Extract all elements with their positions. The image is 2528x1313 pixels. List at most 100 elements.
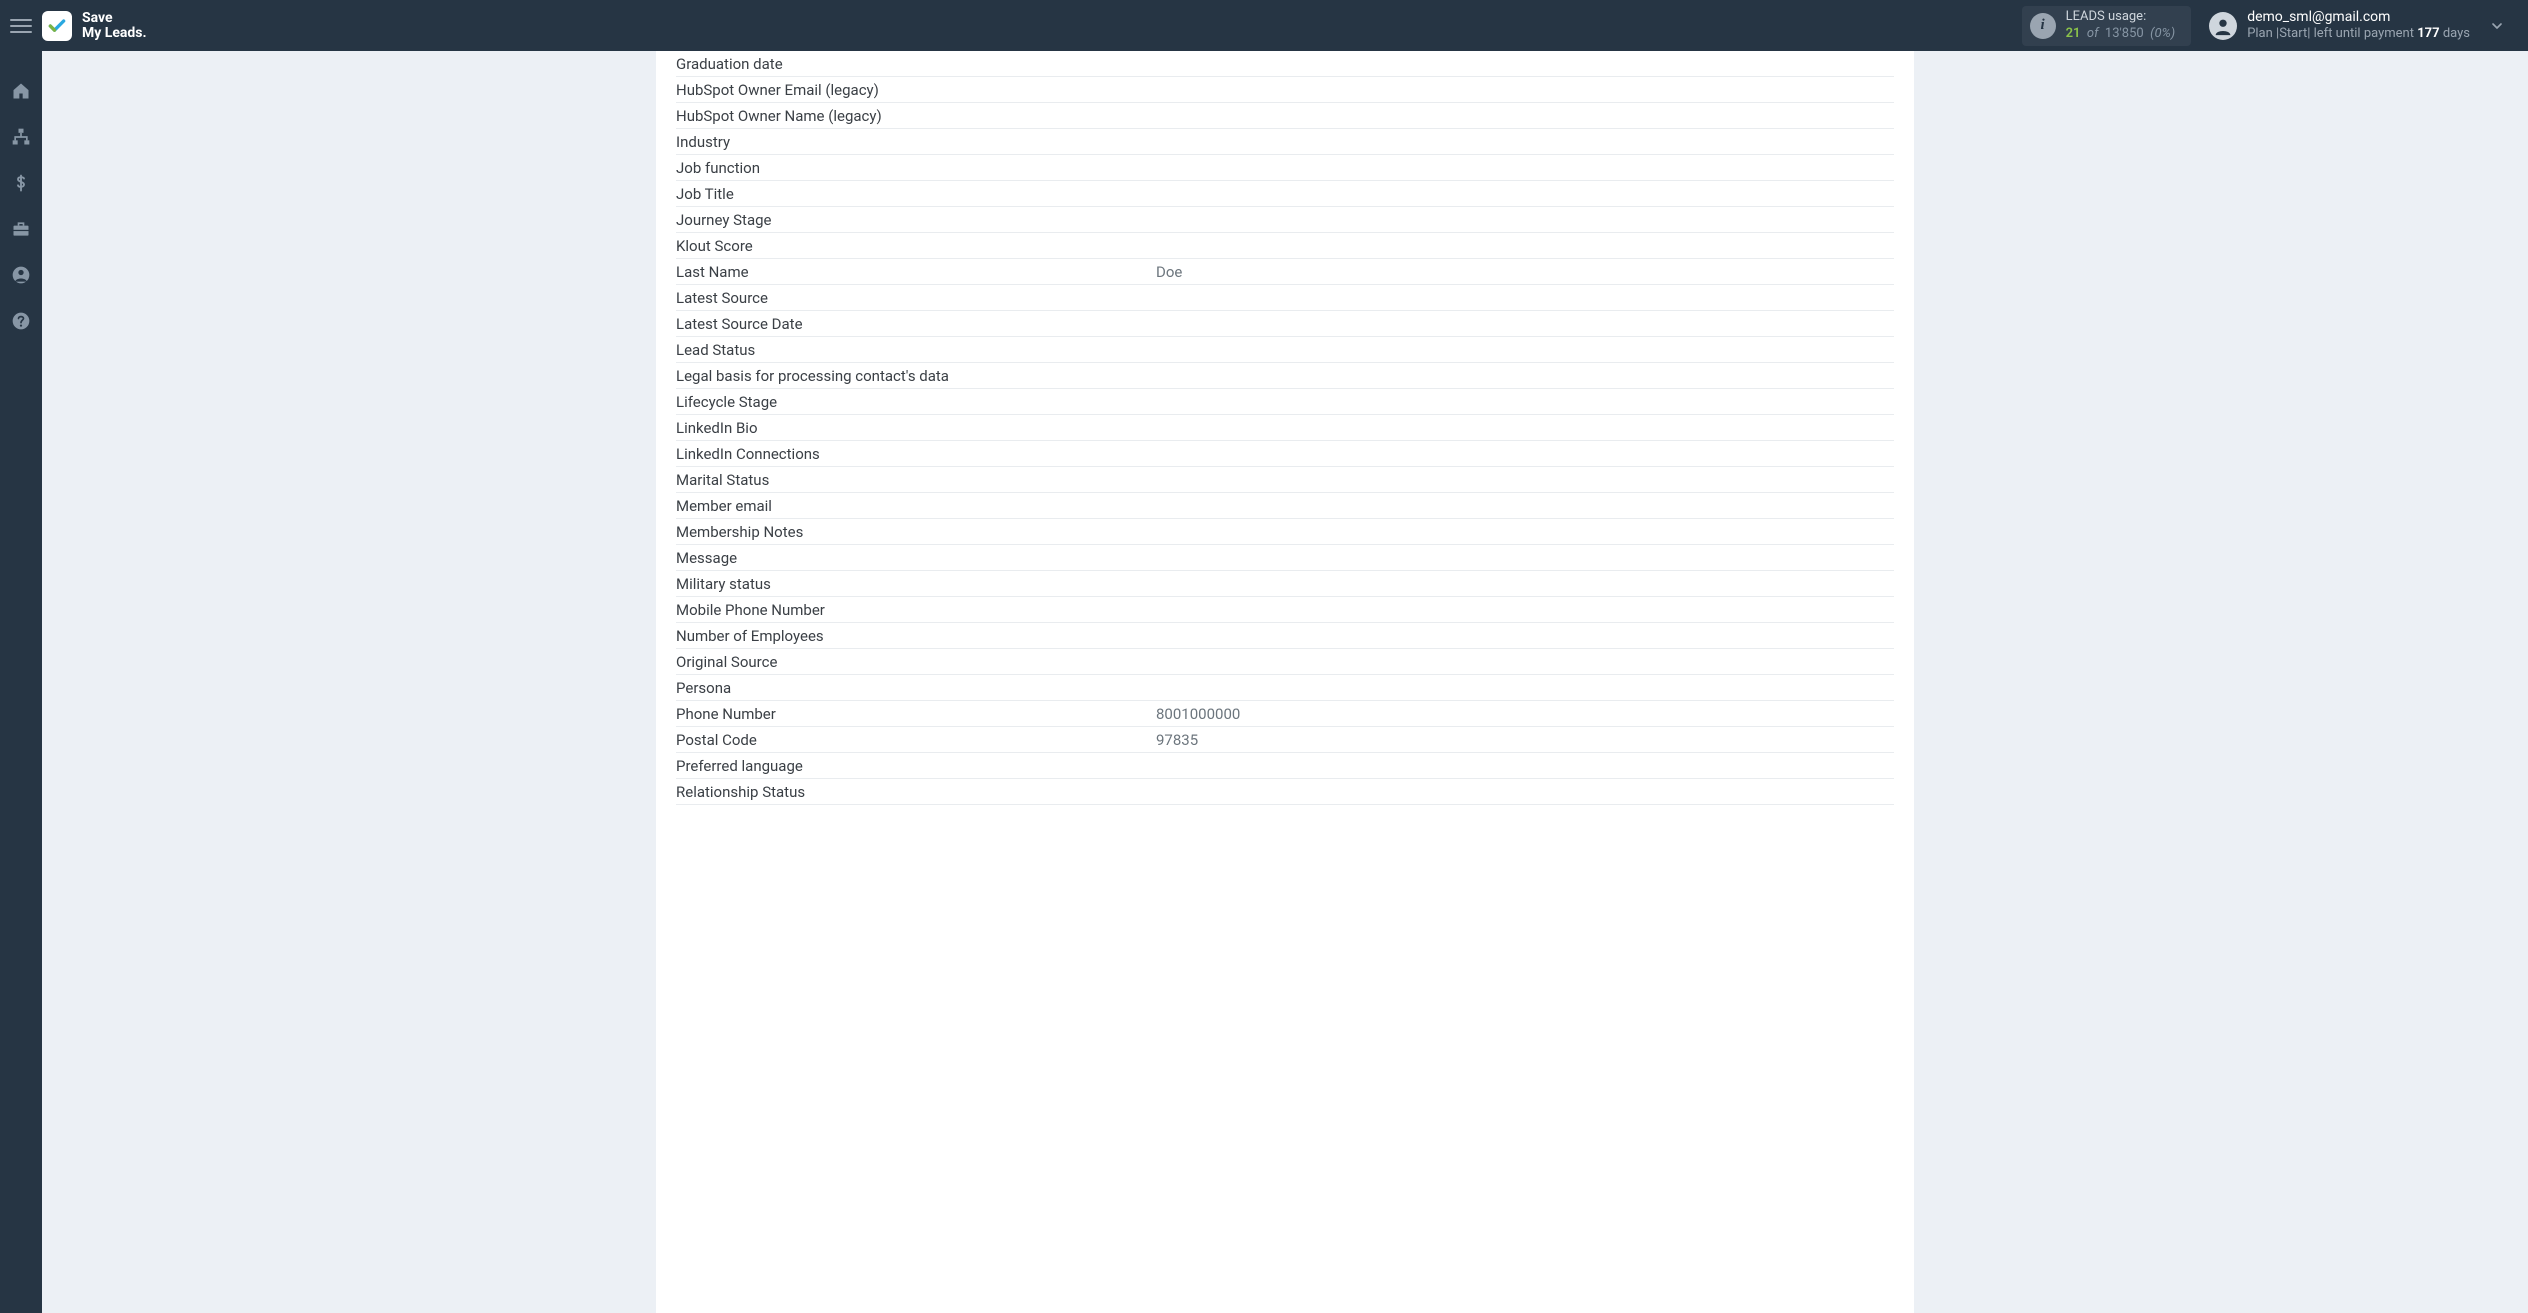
field-label: Member email <box>676 497 1156 515</box>
field-row: Mobile Phone Number <box>676 597 1894 623</box>
content-area[interactable]: Graduation date HubSpot Owner Email (lega… <box>42 51 2528 1313</box>
field-row: Original Source <box>676 649 1894 675</box>
brand-line1: Save <box>82 11 147 26</box>
field-row: Member email <box>676 493 1894 519</box>
user-circle-icon <box>11 265 31 285</box>
field-row: Preferred language <box>676 753 1894 779</box>
field-label: Klout Score <box>676 237 1156 255</box>
sidebar-item-connections[interactable] <box>9 125 33 149</box>
field-row: Graduation date <box>676 51 1894 77</box>
sidebar-item-profile[interactable] <box>9 263 33 287</box>
field-row: Membership Notes <box>676 519 1894 545</box>
field-label: HubSpot Owner Name (legacy) <box>676 107 1156 125</box>
field-row: Phone Number8001000000 <box>676 701 1894 727</box>
usage-card[interactable]: i LEADS usage: 21 of 13'850 (0%) <box>2022 6 2192 46</box>
sitemap-icon <box>11 127 31 147</box>
field-row: Message <box>676 545 1894 571</box>
field-row: Persona <box>676 675 1894 701</box>
topbar-left: Save My Leads. <box>0 11 147 41</box>
field-row: Lifecycle Stage <box>676 389 1894 415</box>
briefcase-icon <box>11 219 31 239</box>
usage-lines: LEADS usage: 21 of 13'850 (0%) <box>2066 9 2176 42</box>
field-value: Doe <box>1156 263 1894 281</box>
chevron-down-icon <box>2489 18 2505 34</box>
field-row: Military status <box>676 571 1894 597</box>
usage-percent: (0%) <box>2147 26 2175 41</box>
field-row: HubSpot Owner Email (legacy) <box>676 77 1894 103</box>
sidebar <box>0 51 42 1313</box>
field-row: Marital Status <box>676 467 1894 493</box>
field-label: Industry <box>676 133 1156 151</box>
field-row: LinkedIn Connections <box>676 441 1894 467</box>
usage-of: of <box>2084 26 2102 41</box>
field-label: Graduation date <box>676 55 1156 73</box>
usage-numbers: 21 of 13'850 (0%) <box>2066 26 2176 42</box>
sidebar-item-briefcase[interactable] <box>9 217 33 241</box>
field-row: Lead Status <box>676 337 1894 363</box>
sidebar-item-home[interactable] <box>9 79 33 103</box>
field-label: Latest Source <box>676 289 1156 307</box>
field-row: LinkedIn Bio <box>676 415 1894 441</box>
account-dropdown-toggle[interactable] <box>2488 17 2506 35</box>
field-row: Relationship Status <box>676 779 1894 805</box>
field-label: Relationship Status <box>676 783 1156 801</box>
field-label: Membership Notes <box>676 523 1156 541</box>
field-label: Marital Status <box>676 471 1156 489</box>
field-value: 97835 <box>1156 731 1894 749</box>
field-row: Legal basis for processing contact's dat… <box>676 363 1894 389</box>
field-label: Job function <box>676 159 1156 177</box>
field-row: Journey Stage <box>676 207 1894 233</box>
field-label: Phone Number <box>676 705 1156 723</box>
field-label: HubSpot Owner Email (legacy) <box>676 81 1156 99</box>
menu-toggle-button[interactable] <box>10 15 32 37</box>
brand-logo[interactable] <box>42 11 72 41</box>
usage-title: LEADS usage: <box>2066 9 2176 25</box>
sidebar-item-billing[interactable] <box>9 171 33 195</box>
usage-used: 21 <box>2066 26 2081 41</box>
topbar-right: i LEADS usage: 21 of 13'850 (0%) <box>2022 6 2528 46</box>
brand-line2: My Leads. <box>82 26 147 41</box>
account-lines: demo_sml@gmail.com Plan |Start| left unt… <box>2247 9 2470 43</box>
plan-prefix: Plan |Start| left until payment <box>2247 26 2417 41</box>
field-label: Military status <box>676 575 1156 593</box>
field-row: Latest Source Date <box>676 311 1894 337</box>
dollar-icon <box>12 174 30 192</box>
field-row: Postal Code97835 <box>676 727 1894 753</box>
field-label: Lead Status <box>676 341 1156 359</box>
field-label: Number of Employees <box>676 627 1156 645</box>
account-info[interactable]: demo_sml@gmail.com Plan |Start| left unt… <box>2209 9 2470 43</box>
field-label: Job Title <box>676 185 1156 203</box>
usage-total: 13'850 <box>2105 26 2144 41</box>
help-icon <box>11 311 31 331</box>
info-icon: i <box>2030 13 2056 39</box>
sidebar-item-help[interactable] <box>9 309 33 333</box>
field-label: Postal Code <box>676 731 1156 749</box>
field-label: LinkedIn Bio <box>676 419 1156 437</box>
field-label: Original Source <box>676 653 1156 671</box>
home-icon <box>11 81 31 101</box>
field-row: Job Title <box>676 181 1894 207</box>
field-label: Mobile Phone Number <box>676 601 1156 619</box>
plan-days: 177 <box>2417 26 2439 41</box>
field-row: Last NameDoe <box>676 259 1894 285</box>
user-icon <box>2212 15 2234 37</box>
field-row: HubSpot Owner Name (legacy) <box>676 103 1894 129</box>
field-label: Last Name <box>676 263 1156 281</box>
field-table: Graduation date HubSpot Owner Email (lega… <box>676 51 1894 805</box>
brand-name: Save My Leads. <box>82 11 147 40</box>
field-label: Legal basis for processing contact's dat… <box>676 367 1156 385</box>
field-label: Journey Stage <box>676 211 1156 229</box>
account-email: demo_sml@gmail.com <box>2247 9 2470 27</box>
field-row: Industry <box>676 129 1894 155</box>
field-row: Job function <box>676 155 1894 181</box>
account-plan: Plan |Start| left until payment 177 days <box>2247 26 2470 42</box>
field-label: Message <box>676 549 1156 567</box>
avatar <box>2209 12 2237 40</box>
field-label: LinkedIn Connections <box>676 445 1156 463</box>
fields-panel: Graduation date HubSpot Owner Email (lega… <box>656 51 1914 1313</box>
field-row: Number of Employees <box>676 623 1894 649</box>
field-label: Preferred language <box>676 757 1156 775</box>
field-row: Latest Source <box>676 285 1894 311</box>
field-row: Klout Score <box>676 233 1894 259</box>
field-label: Persona <box>676 679 1156 697</box>
